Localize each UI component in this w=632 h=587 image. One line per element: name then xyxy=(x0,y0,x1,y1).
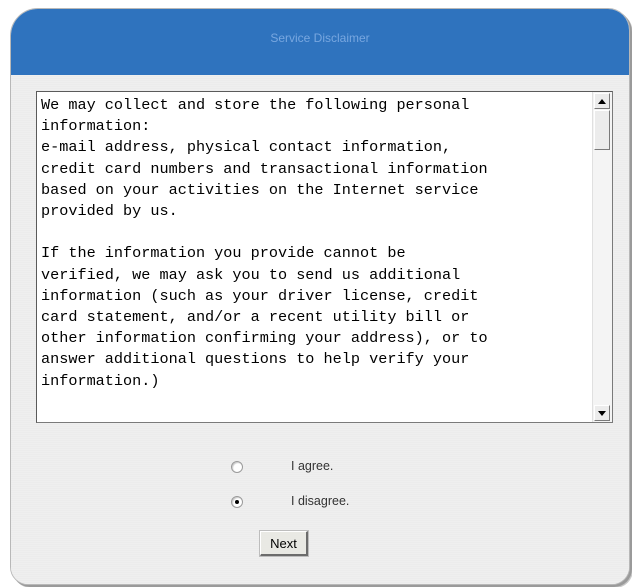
agree-radio[interactable] xyxy=(231,461,243,473)
scroll-down-button[interactable] xyxy=(594,405,610,421)
disagree-radio[interactable] xyxy=(231,496,243,508)
disclaimer-text: We may collect and store the following p… xyxy=(41,96,488,390)
header-bar: Service Disclaimer xyxy=(11,9,629,76)
disclaimer-panel: Service Disclaimer We may collect and st… xyxy=(10,8,630,585)
next-button[interactable]: Next xyxy=(259,530,309,557)
arrow-up-icon xyxy=(598,98,606,104)
scroll-up-button[interactable] xyxy=(594,93,610,109)
scroll-thumb[interactable] xyxy=(594,110,610,150)
content-area: We may collect and store the following p… xyxy=(11,75,629,584)
option-disagree[interactable]: I disagree. xyxy=(231,492,349,512)
disclaimer-scrollbar[interactable] xyxy=(592,92,612,422)
page-title: Service Disclaimer xyxy=(270,31,370,45)
disclaimer-textarea[interactable]: We may collect and store the following p… xyxy=(36,91,613,423)
agree-label: I agree. xyxy=(291,459,334,473)
option-agree[interactable]: I agree. xyxy=(231,457,333,477)
arrow-down-icon xyxy=(598,410,606,416)
disagree-label: I disagree. xyxy=(291,494,350,508)
disclaimer-window: Service Disclaimer We may collect and st… xyxy=(0,0,632,587)
